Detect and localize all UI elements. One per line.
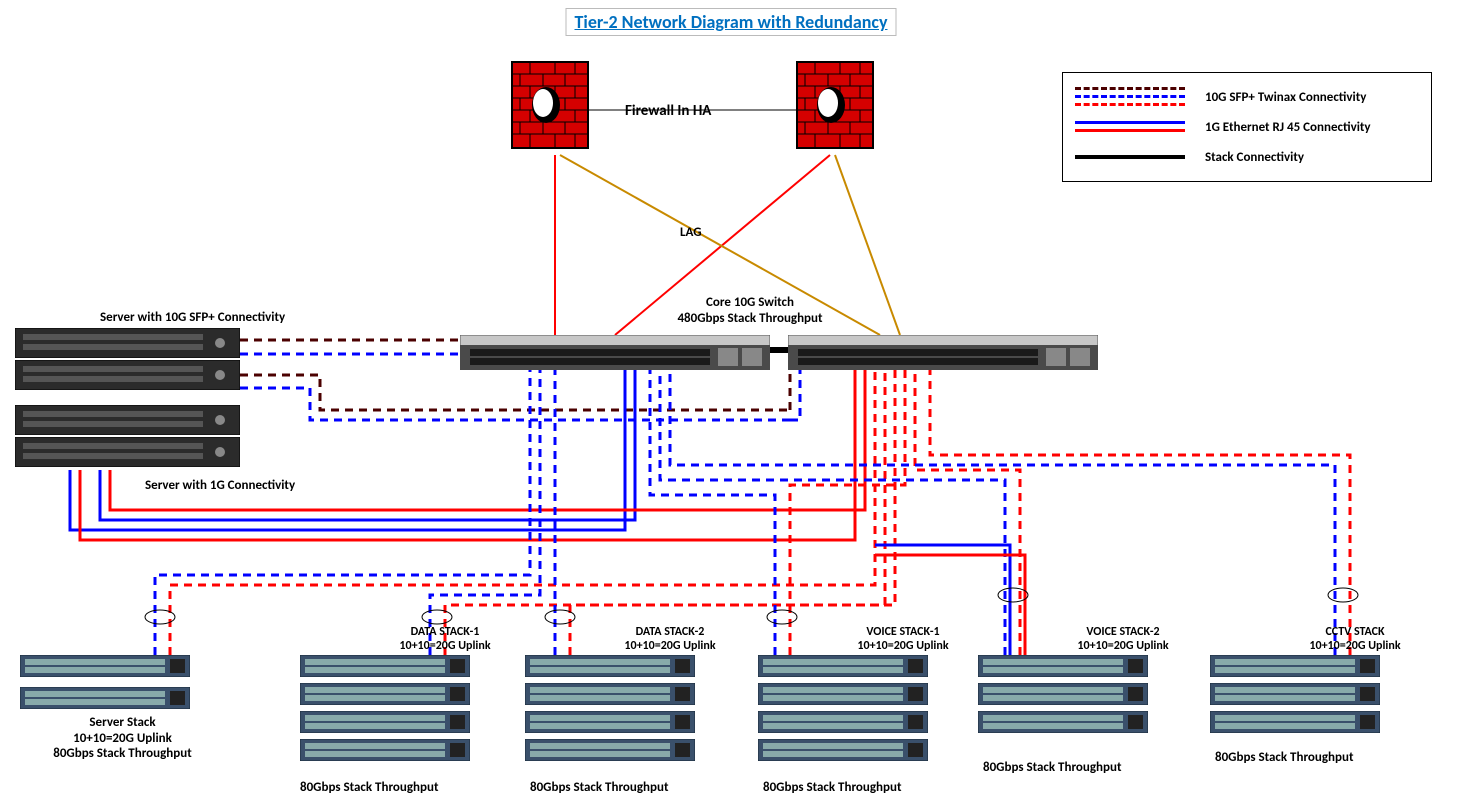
cctv-name: CCTV STACK	[1290, 625, 1420, 639]
data2-uplink: 10+10=20G Uplink	[605, 639, 735, 653]
legend-ethernet-label: 1G Ethernet RJ 45 Connectivity	[1205, 120, 1371, 135]
voice-stack-1-icon	[758, 655, 948, 767]
data1-uplink: 10+10=20G Uplink	[380, 639, 510, 653]
data2-name: DATA STACK-2	[605, 625, 735, 639]
voice1-name: VOICE STACK-1	[838, 625, 968, 639]
firewall-right-icon	[795, 60, 875, 150]
data1-name: DATA STACK-1	[380, 625, 510, 639]
voice1-uplink: 10+10=20G Uplink	[838, 639, 968, 653]
legend-stack-label: Stack Connectivity	[1205, 150, 1304, 165]
legend-ethernet: 1G Ethernet RJ 45 Connectivity	[1075, 117, 1419, 137]
server-stack-uplink: 10+10=20G Uplink	[40, 731, 205, 747]
legend: 10G SFP+ Twinax Connectivity 1G Ethernet…	[1062, 72, 1432, 182]
server-sfp-1-icon	[15, 328, 240, 358]
cctv-stack-icon	[1210, 655, 1400, 739]
server-1g-2-icon	[15, 437, 240, 467]
data1-throughput: 80Gbps Stack Throughput	[300, 780, 438, 795]
voice2-uplink: 10+10=20G Uplink	[1058, 639, 1188, 653]
voice2-top-label: VOICE STACK-2 10+10=20G Uplink	[1058, 625, 1188, 654]
cctv-top-label: CCTV STACK 10+10=20G Uplink	[1290, 625, 1420, 654]
core-switch-right-icon	[788, 335, 1098, 370]
data2-throughput: 80Gbps Stack Throughput	[530, 780, 668, 795]
cctv-uplink: 10+10=20G Uplink	[1290, 639, 1420, 653]
data-stack-1-icon	[300, 655, 490, 767]
server-1g-label: Server with 1G Connectivity	[145, 478, 295, 493]
core-switch-label: Core 10G Switch 480Gbps Stack Throughput	[640, 295, 860, 326]
data1-top-label: DATA STACK-1 10+10=20G Uplink	[380, 625, 510, 654]
legend-stack: Stack Connectivity	[1075, 147, 1419, 167]
core-switch-label-line1: Core 10G Switch	[640, 295, 860, 311]
server-stack-icon	[20, 655, 210, 719]
data-stack-2-icon	[525, 655, 715, 767]
firewall-left-icon	[510, 60, 590, 150]
voice1-top-label: VOICE STACK-1 10+10=20G Uplink	[838, 625, 968, 654]
server-stack-label: Server Stack 10+10=20G Uplink 80Gbps Sta…	[40, 715, 205, 762]
core-switch-label-line2: 480Gbps Stack Throughput	[640, 311, 860, 327]
legend-ethernet-swatch	[1075, 117, 1185, 137]
voice2-name: VOICE STACK-2	[1058, 625, 1188, 639]
lag-label: LAG	[680, 225, 702, 240]
server-sfp-2-icon	[15, 360, 240, 390]
voice1-throughput: 80Gbps Stack Throughput	[763, 780, 901, 795]
legend-twinax: 10G SFP+ Twinax Connectivity	[1075, 87, 1419, 107]
voice-stack-2-icon	[978, 655, 1168, 739]
server-stack-throughput: 80Gbps Stack Throughput	[40, 746, 205, 762]
data2-top-label: DATA STACK-2 10+10=20G Uplink	[605, 625, 735, 654]
diagram-title: Tier-2 Network Diagram with Redundancy	[566, 8, 897, 36]
legend-twinax-swatch	[1075, 87, 1185, 107]
voice2-throughput: 80Gbps Stack Throughput	[983, 760, 1121, 775]
legend-twinax-label: 10G SFP+ Twinax Connectivity	[1205, 90, 1366, 105]
firewall-ha-label: Firewall In HA	[625, 102, 711, 120]
server-1g-1-icon	[15, 405, 240, 435]
server-stack-name: Server Stack	[40, 715, 205, 731]
cctv-throughput: 80Gbps Stack Throughput	[1215, 750, 1353, 765]
core-switch-left-icon	[460, 335, 770, 370]
legend-stack-swatch	[1075, 147, 1185, 167]
server-sfp-label: Server with 10G SFP+ Connectivity	[100, 310, 285, 325]
